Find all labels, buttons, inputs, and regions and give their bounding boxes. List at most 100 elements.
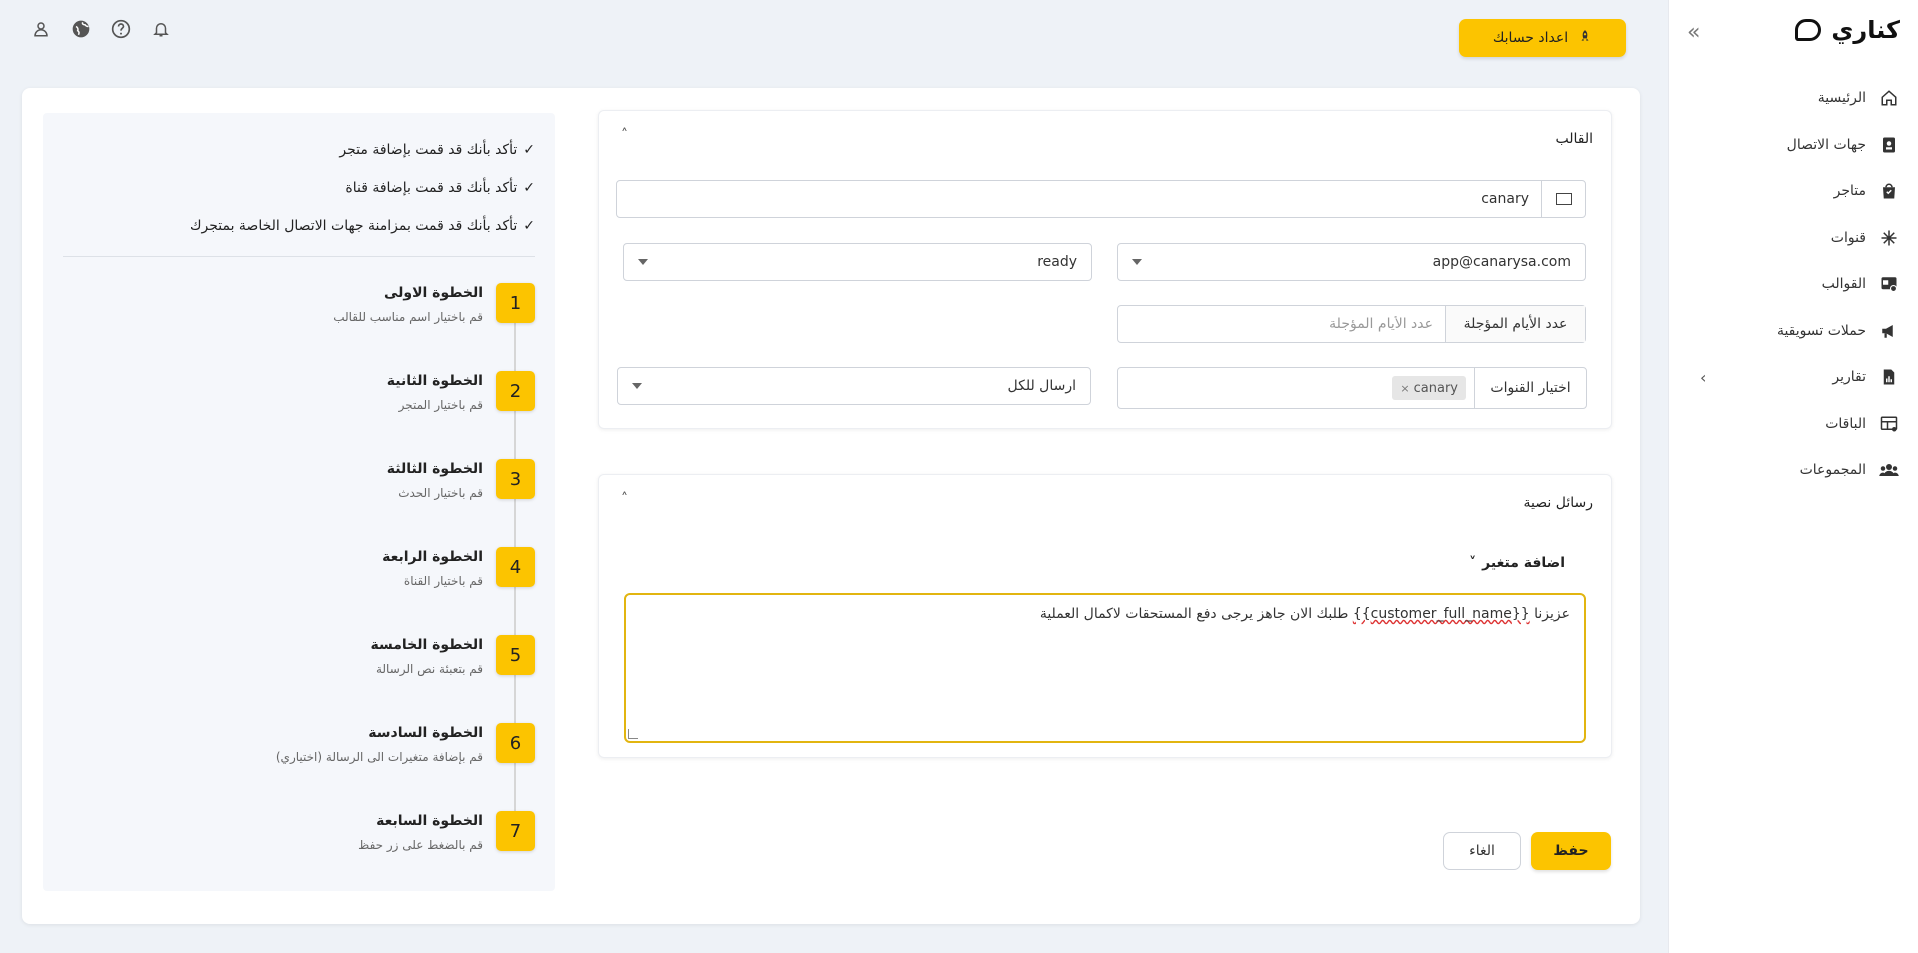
panel-title: رسائل نصية [1523,495,1593,511]
sidebar-item-contacts[interactable]: جهات الاتصال [1700,122,1900,169]
add-variable-label: اضافة متغير [1482,555,1565,571]
sidebar-item-label: القوالب [1821,276,1866,293]
step-title: الخطوة الاولى [383,285,483,301]
step-2: 2 الخطوة الثانية قم باختيار المتجر [235,371,535,431]
brand-name: كناري [1831,16,1900,44]
collapse-panel-icon[interactable]: ˄ [621,127,628,143]
step-1: 1 الخطوة الاولى قم باختيار اسم مناسب للق… [235,283,535,343]
sidebar-item-label: تقارير [1832,369,1866,386]
checklist-item: ✓ تأكد بأنك قد قمت بإضافة قناة [75,169,535,207]
step-title: الخطوة الثالثة [386,461,483,477]
template-name-addon [1541,181,1585,217]
check-icon: ✓ [523,218,535,234]
step-desc: قم باختيار اسم مناسب للقالب [333,310,483,324]
step-desc: قم بإضافة متغيرات الى الرسالة (اختياري) [275,750,483,764]
step-6: 6 الخطوة السادسة قم بإضافة متغيرات الى ا… [235,723,535,783]
sms-panel: رسائل نصية ˄ اضافة متغير ˅ عزيزنا {{cust… [598,474,1612,758]
step-title: الخطوة الرابعة [382,549,483,565]
save-button[interactable]: حفظ [1531,832,1611,870]
dropdown-arrow-icon [1132,259,1142,265]
sidebar-item-packages[interactable]: الباقات [1700,401,1900,448]
chevron-left-icon[interactable]: › [1700,368,1706,387]
send-to-select[interactable]: ارسال للكل [617,367,1091,405]
home-icon [1878,87,1900,109]
sidebar-item-label: الرئيسية [1817,90,1866,107]
sidebar-item-label: حملات تسويقية [1776,322,1866,339]
step-number: 7 [496,811,535,851]
check-icon: ✓ [523,180,535,196]
megaphone-icon [1878,320,1900,342]
contacts-icon [1878,134,1900,156]
globe-icon[interactable] [70,18,92,40]
step-number: 3 [496,459,535,499]
event-select[interactable]: ready [623,243,1092,281]
channels-asterisk-icon [1878,227,1900,249]
delay-days-field: عدد الأيام المؤجلة [1117,305,1586,343]
delay-days-input[interactable] [1145,316,1445,332]
cancel-button[interactable]: الغاء [1443,832,1521,870]
channel-chip-label: canary [1413,380,1458,396]
remove-chip-icon[interactable]: × [1400,382,1409,395]
checklist-text: تأكد بأنك قد قمت بمزامنة جهات الاتصال ال… [189,218,518,234]
checklist-text: تأكد بأنك قد قمت بإضافة متجر [339,142,518,158]
message-prefix: عزيزنا [1529,606,1570,622]
setup-account-button[interactable]: اعداد حسابك [1459,19,1626,57]
groups-icon [1878,459,1900,481]
window-icon [1555,193,1572,205]
help-icon[interactable] [110,18,132,40]
sidebar-item-reports[interactable]: تقارير › [1700,354,1900,401]
brand-mark-icon [1795,19,1822,41]
step-7: 7 الخطوة السابعة قم بالضغط على زر حفظ [235,811,535,871]
template-name-value: canary [1481,191,1529,207]
step-title: الخطوة الثانية [386,373,483,389]
collapse-panel-icon[interactable]: ˄ [621,491,628,507]
checklist-item: ✓ تأكد بأنك قد قمت بمزامنة جهات الاتصال … [75,207,535,245]
steps-panel: ✓ تأكد بأنك قد قمت بإضافة متجر ✓ تأكد بأ… [43,113,555,891]
sidebar-item-label: قنوات [1830,229,1866,246]
store-select[interactable]: app@canarysa.com [1117,243,1586,281]
channel-chip[interactable]: × canary [1392,376,1466,400]
template-panel: القالب ˄ canary app@canarysa.com ready ع… [598,110,1612,429]
step-3: 3 الخطوة الثالثة قم باختيار الحدث [235,459,535,519]
templates-icon [1878,273,1900,295]
sidebar-item-stores[interactable]: متاجر [1700,168,1900,215]
channels-label: اختيار القنوات [1474,368,1586,408]
user-icon[interactable] [30,18,52,40]
add-variable-button[interactable]: اضافة متغير ˅ [1469,555,1565,571]
panel-title: القالب [1555,131,1593,147]
sidebar-item-channels[interactable]: قنوات [1700,215,1900,262]
topbar-icons [30,18,172,40]
message-suffix: طلبك الان جاهز يرجى دفع المستحقات لاكمال… [1039,606,1353,622]
sidebar-nav: الرئيسية جهات الاتصال متاجر قنوات القوال… [1700,75,1900,494]
step-desc: قم باختيار المتجر [398,398,483,412]
sidebar-item-groups[interactable]: المجموعات [1700,447,1900,494]
checklist-item: ✓ تأكد بأنك قد قمت بإضافة متجر [75,131,535,169]
delay-days-label: عدد الأيام المؤجلة [1445,306,1585,342]
step-title: الخطوة السابعة [376,813,483,829]
step-number: 4 [496,547,535,587]
bell-icon[interactable] [150,18,172,40]
step-number: 5 [496,635,535,675]
sidebar-item-label: المجموعات [1799,462,1866,479]
sidebar-item-templates[interactable]: القوالب [1700,261,1900,308]
divider [63,256,535,257]
template-name-field[interactable]: canary [616,180,1586,218]
collapse-sidebar-icon[interactable]: « [1687,20,1700,45]
message-textarea[interactable]: عزيزنا {{customer_full_name}} طلبك الان … [624,593,1586,743]
check-icon: ✓ [523,142,535,158]
sidebar-item-home[interactable]: الرئيسية [1700,75,1900,122]
step-title: الخطوة الخامسة [370,637,483,653]
store-bag-icon [1878,180,1900,202]
brand-logo[interactable]: كناري [1795,16,1900,44]
step-number: 2 [496,371,535,411]
dropdown-arrow-icon [638,259,648,265]
sidebar-item-campaigns[interactable]: حملات تسويقية [1700,308,1900,355]
message-variable: {{customer_full_name}} [1352,606,1530,622]
store-select-value: app@canarysa.com [1432,254,1571,270]
chevron-down-icon: ˅ [1469,555,1477,571]
step-desc: قم بالضغط على زر حفظ [358,838,483,852]
sidebar-item-label: جهات الاتصال [1786,136,1866,153]
event-select-value: ready [1037,254,1077,270]
resize-handle-icon[interactable] [628,729,638,739]
step-desc: قم باختيار الحدث [398,486,483,500]
